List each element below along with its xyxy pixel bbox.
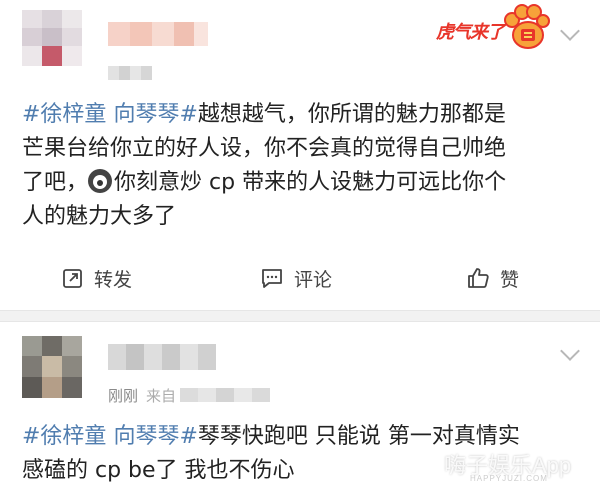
comment-button[interactable]: 评论 [260, 256, 332, 300]
avatar[interactable] [22, 10, 82, 66]
post-line: 人的魅力大多了 [22, 204, 177, 229]
post-text: 越想越气，你所谓的魅力那都是 [197, 102, 506, 127]
like-icon [468, 268, 489, 288]
repost-button[interactable]: 转发 [62, 256, 132, 300]
post-text: 了吧， [22, 170, 89, 195]
repost-label: 转发 [94, 268, 133, 291]
post-line: 芒果台给你立的好人设，你不会真的觉得自己帅绝 [22, 136, 507, 161]
emoji-icon [88, 169, 113, 193]
like-label: 赞 [500, 268, 520, 291]
post-divider [0, 310, 600, 322]
username[interactable] [108, 344, 216, 370]
action-bar: 转发 评论 赞 [0, 256, 600, 300]
topic-tag[interactable]: 向琴琴# [113, 424, 197, 449]
post-line: 了吧， 你刻意炒 cp 带来的人设魅力可远比你个 [22, 166, 592, 200]
chevron-down-icon[interactable] [560, 21, 580, 41]
post-body: #徐梓童 向琴琴#越想越气，你所谓的魅力那都是 芒果台给你立的好人设，你不会真的… [22, 98, 592, 234]
post-source-label: 来自 [146, 386, 177, 405]
badge-text: 虎气来了 [436, 22, 505, 43]
watermark-sub: HAPPYJUZI.COM [470, 474, 548, 483]
topic-tag[interactable]: 向琴琴# [113, 102, 197, 127]
post-source-blur [180, 386, 271, 404]
username[interactable] [108, 22, 208, 46]
post-text: 你刻意炒 cp 带来的人设魅力可远比你个 [114, 170, 507, 195]
post-meta [108, 66, 152, 80]
topic-tag[interactable]: #徐梓童 [22, 424, 106, 449]
like-button[interactable]: 赞 [466, 256, 519, 300]
post-meta: 刚刚 来自 [108, 384, 271, 406]
avatar[interactable] [22, 336, 82, 398]
post-line: #徐梓童 向琴琴#越想越气，你所谓的魅力那都是 [22, 98, 592, 132]
event-badge[interactable]: 虎气来了 [432, 4, 554, 52]
comment-label: 评论 [294, 268, 333, 291]
weibo-post-1: 虎气来了 #徐梓童 向琴琴#越想越气，你所谓的魅力那都是 芒果台给你立的好人设，… [0, 0, 600, 310]
repost-icon [63, 269, 82, 288]
tiger-paw-icon [504, 4, 550, 49]
comment-icon [262, 269, 282, 288]
topic-tag[interactable]: #徐梓童 [22, 102, 106, 127]
post-text: 琴琴快跑吧 只能说 第一对真情实 [197, 424, 520, 449]
post-time: 刚刚 [108, 386, 139, 405]
chevron-down-icon[interactable] [560, 341, 580, 361]
